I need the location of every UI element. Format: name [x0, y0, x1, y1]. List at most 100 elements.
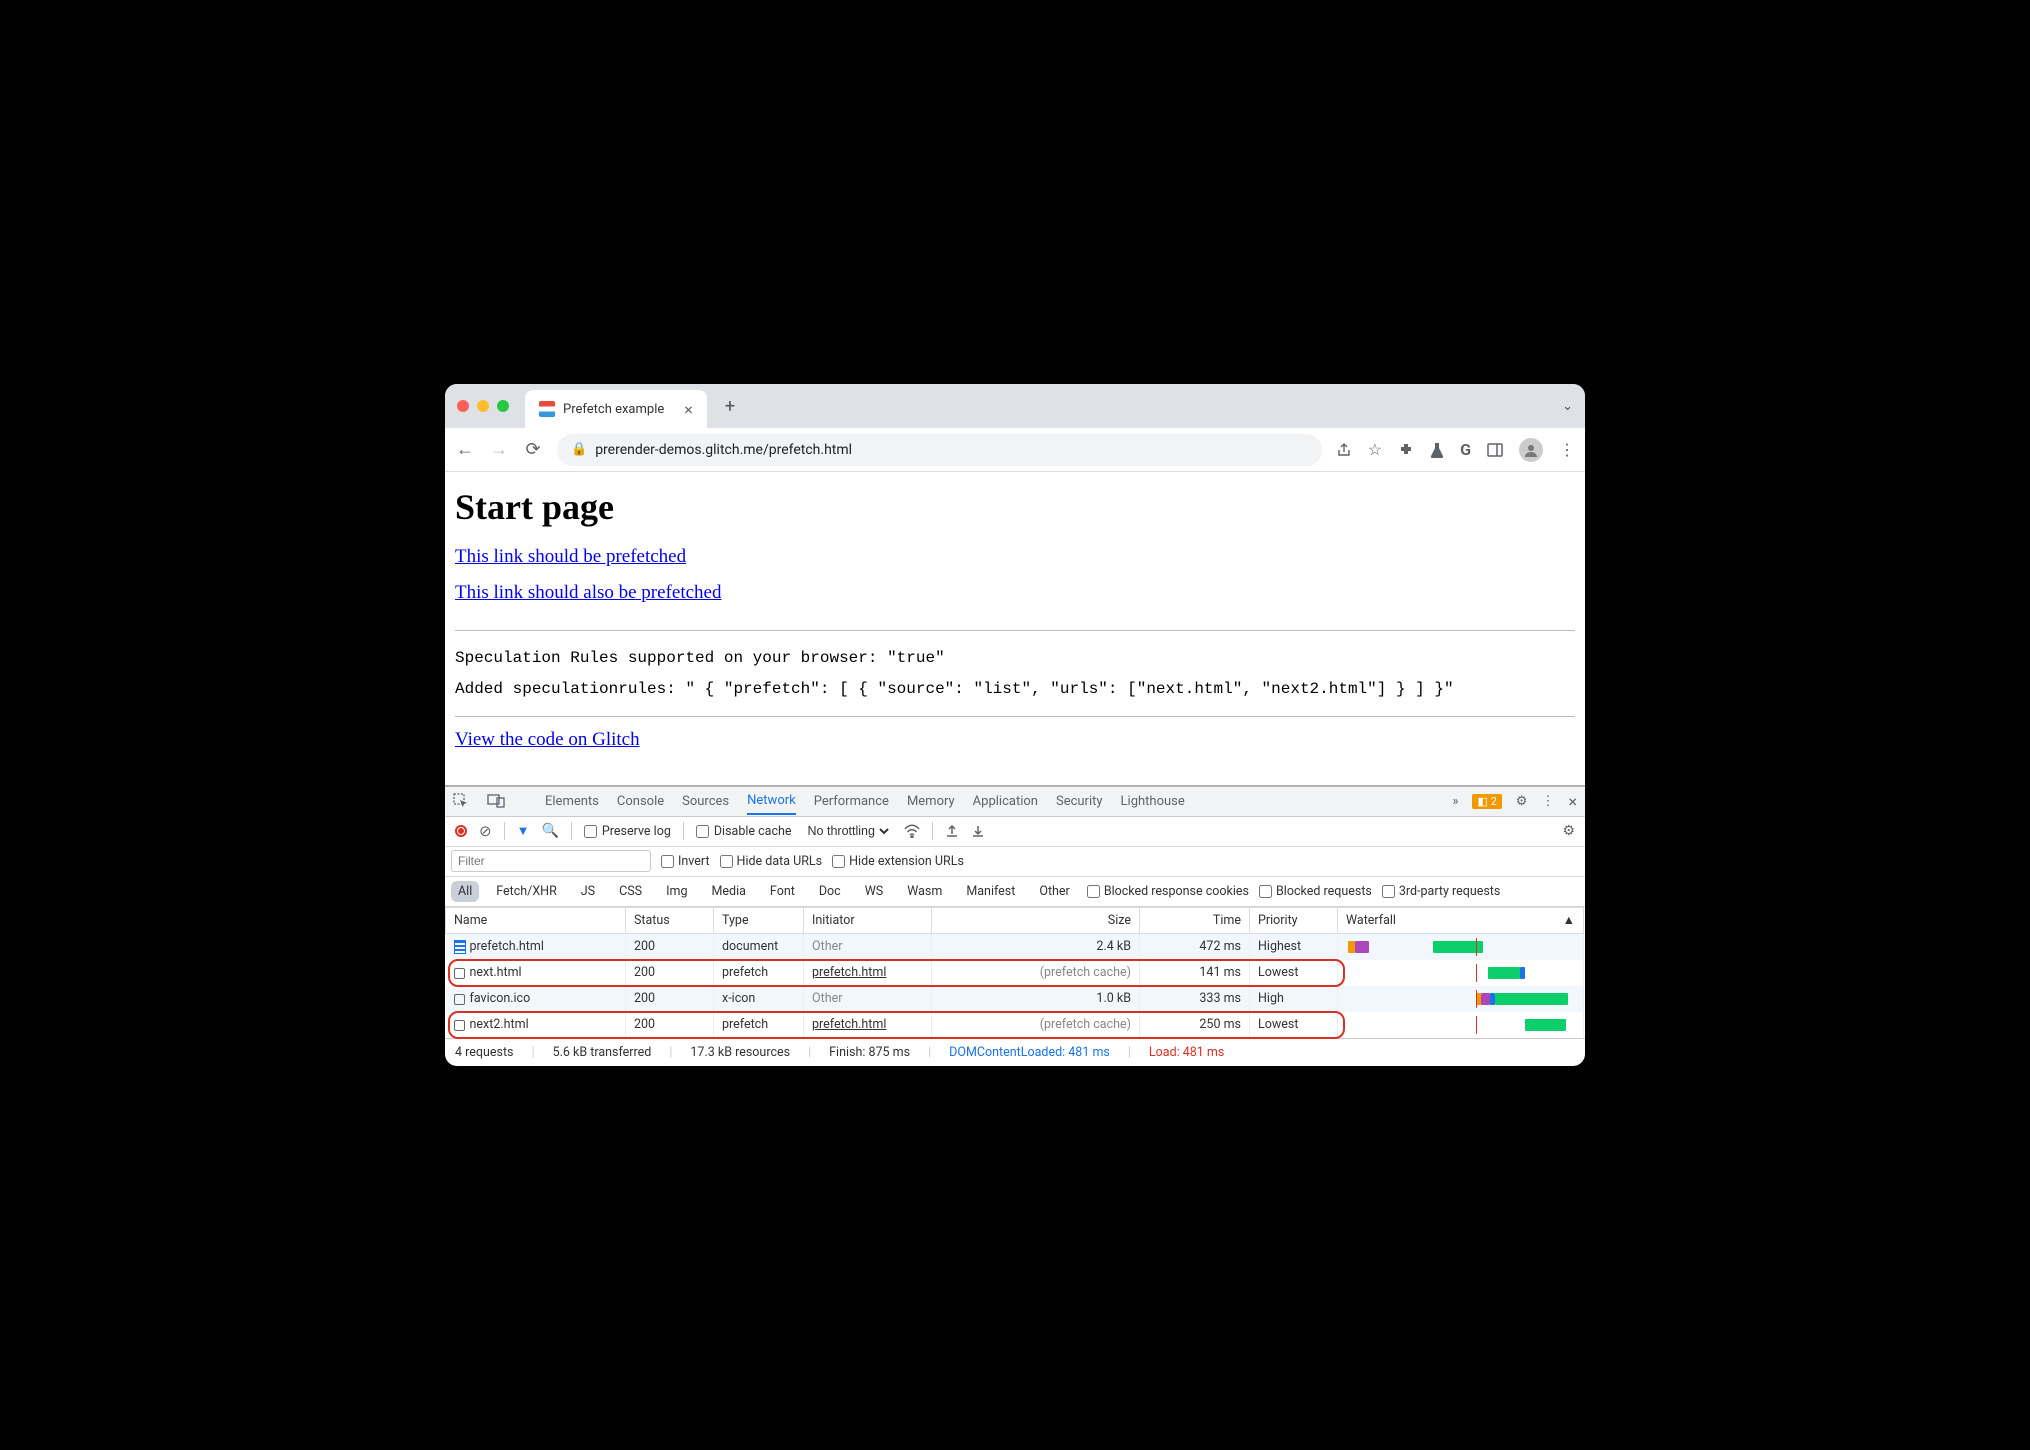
col-waterfall[interactable]: Waterfall▲ [1338, 907, 1584, 933]
record-button[interactable] [455, 825, 467, 837]
tabs-chevron-icon[interactable]: ⌄ [1562, 399, 1573, 414]
kebab-icon[interactable]: ⋮ [1541, 794, 1554, 809]
type-media[interactable]: Media [704, 881, 752, 902]
tab-network[interactable]: Network [747, 793, 796, 815]
link-glitch[interactable]: View the code on Glitch [455, 729, 640, 751]
google-icon[interactable]: G [1460, 440, 1471, 459]
sidepanel-icon[interactable] [1487, 443, 1503, 457]
type-js[interactable]: JS [574, 881, 602, 902]
share-icon[interactable] [1336, 442, 1352, 458]
document-icon [454, 940, 466, 954]
clear-button[interactable]: ⊘ [479, 822, 492, 840]
tab-security[interactable]: Security [1056, 794, 1103, 809]
divider [455, 630, 1575, 631]
separator [683, 822, 684, 840]
type-other[interactable]: Other [1032, 881, 1076, 902]
invert-checkbox[interactable]: Invert [661, 854, 710, 869]
export-icon[interactable] [971, 824, 985, 838]
filter-input[interactable] [451, 850, 651, 872]
maximize-window-icon[interactable] [497, 400, 509, 412]
filter-row: Invert Hide data URLs Hide extension URL… [445, 847, 1585, 877]
close-devtools-icon[interactable]: × [1568, 792, 1577, 811]
network-conditions-icon[interactable] [904, 824, 920, 838]
table-row[interactable]: favicon.ico200x-iconOther1.0 kB333 msHig… [446, 986, 1586, 1012]
col-size[interactable]: Size [932, 907, 1140, 933]
device-toggle-icon[interactable] [487, 794, 505, 808]
type-ws[interactable]: WS [858, 881, 891, 902]
status-requests: 4 requests [455, 1045, 514, 1060]
new-tab-button[interactable]: + [715, 396, 745, 417]
divider [455, 716, 1575, 717]
network-table: Name Status Type Initiator Size Time Pri… [445, 907, 1585, 1038]
blocked-cookies-checkbox[interactable]: Blocked response cookies [1087, 884, 1249, 899]
type-fetchxhr[interactable]: Fetch/XHR [489, 881, 564, 902]
settings-icon[interactable]: ⚙ [1516, 794, 1528, 809]
browser-tab[interactable]: Prefetch example × [525, 390, 707, 428]
type-font[interactable]: Font [763, 881, 802, 902]
filter-icon[interactable]: ▼ [517, 823, 530, 839]
type-wasm[interactable]: Wasm [900, 881, 949, 902]
tab-application[interactable]: Application [973, 794, 1038, 809]
link-prefetch-2[interactable]: This link should also be prefetched [455, 582, 721, 604]
file-icon [454, 968, 465, 979]
table-row[interactable]: next2.html200prefetchprefetch.html(prefe… [446, 1012, 1586, 1038]
tab-memory[interactable]: Memory [907, 794, 955, 809]
bookmark-icon[interactable]: ☆ [1368, 440, 1382, 459]
tab-sources[interactable]: Sources [682, 794, 729, 809]
type-css[interactable]: CSS [612, 881, 649, 902]
col-status[interactable]: Status [626, 907, 714, 933]
preserve-log-checkbox[interactable]: Preserve log [584, 824, 671, 839]
table-header: Name Status Type Initiator Size Time Pri… [446, 907, 1586, 933]
browser-toolbar: ← → ⟳ 🔒 prerender-demos.glitch.me/prefet… [445, 428, 1585, 472]
page-content: Start page This link should be prefetche… [445, 472, 1585, 785]
toolbar-icons: ☆ G ⋮ [1336, 438, 1575, 462]
third-party-checkbox[interactable]: 3rd-party requests [1382, 884, 1500, 899]
import-icon[interactable] [945, 824, 959, 838]
table-row[interactable]: next.html200prefetchprefetch.html(prefet… [446, 960, 1586, 986]
devtools-tabs: Elements Console Sources Network Perform… [445, 787, 1585, 817]
separator [504, 822, 505, 840]
labs-icon[interactable] [1430, 442, 1444, 458]
hide-extension-urls-checkbox[interactable]: Hide extension URLs [832, 854, 964, 869]
close-tab-icon[interactable]: × [684, 400, 693, 419]
link-prefetch-1[interactable]: This link should be prefetched [455, 546, 686, 568]
address-bar[interactable]: 🔒 prerender-demos.glitch.me/prefetch.htm… [557, 434, 1322, 466]
type-all[interactable]: All [451, 881, 479, 902]
page-heading: Start page [455, 486, 1575, 528]
throttling-select[interactable]: No throttling [804, 823, 892, 839]
type-doc[interactable]: Doc [812, 881, 848, 902]
file-icon [454, 994, 465, 1005]
disable-cache-checkbox[interactable]: Disable cache [696, 824, 792, 839]
col-name[interactable]: Name [446, 907, 626, 933]
col-initiator[interactable]: Initiator [804, 907, 932, 933]
tab-lighthouse[interactable]: Lighthouse [1121, 794, 1185, 809]
type-manifest[interactable]: Manifest [959, 881, 1022, 902]
minimize-window-icon[interactable] [477, 400, 489, 412]
menu-icon[interactable]: ⋮ [1559, 440, 1575, 459]
forward-button[interactable]: → [489, 439, 509, 460]
inspect-icon[interactable] [453, 793, 469, 809]
col-priority[interactable]: Priority [1250, 907, 1338, 933]
blocked-requests-checkbox[interactable]: Blocked requests [1259, 884, 1372, 899]
file-icon [454, 1020, 465, 1031]
profile-avatar[interactable] [1519, 438, 1543, 462]
warnings-badge[interactable]: ◧ 2 [1472, 794, 1501, 809]
table-row[interactable]: prefetch.html200documentOther2.4 kB472 m… [446, 933, 1586, 960]
tab-performance[interactable]: Performance [814, 794, 889, 809]
speculation-supported: Speculation Rules supported on your brow… [455, 643, 1575, 673]
col-type[interactable]: Type [714, 907, 804, 933]
type-img[interactable]: Img [659, 881, 694, 902]
search-icon[interactable]: 🔍 [541, 823, 558, 839]
extensions-icon[interactable] [1398, 442, 1414, 458]
url-text: prerender-demos.glitch.me/prefetch.html [595, 442, 852, 458]
titlebar: Prefetch example × + ⌄ [445, 384, 1585, 428]
reload-button[interactable]: ⟳ [523, 439, 543, 460]
network-settings-icon[interactable]: ⚙ [1562, 823, 1575, 839]
tab-elements[interactable]: Elements [545, 794, 599, 809]
close-window-icon[interactable] [457, 400, 469, 412]
col-time[interactable]: Time [1140, 907, 1250, 933]
more-tabs-icon[interactable]: » [1452, 794, 1458, 809]
tab-console[interactable]: Console [617, 794, 664, 809]
back-button[interactable]: ← [455, 439, 475, 460]
hide-data-urls-checkbox[interactable]: Hide data URLs [720, 854, 823, 869]
